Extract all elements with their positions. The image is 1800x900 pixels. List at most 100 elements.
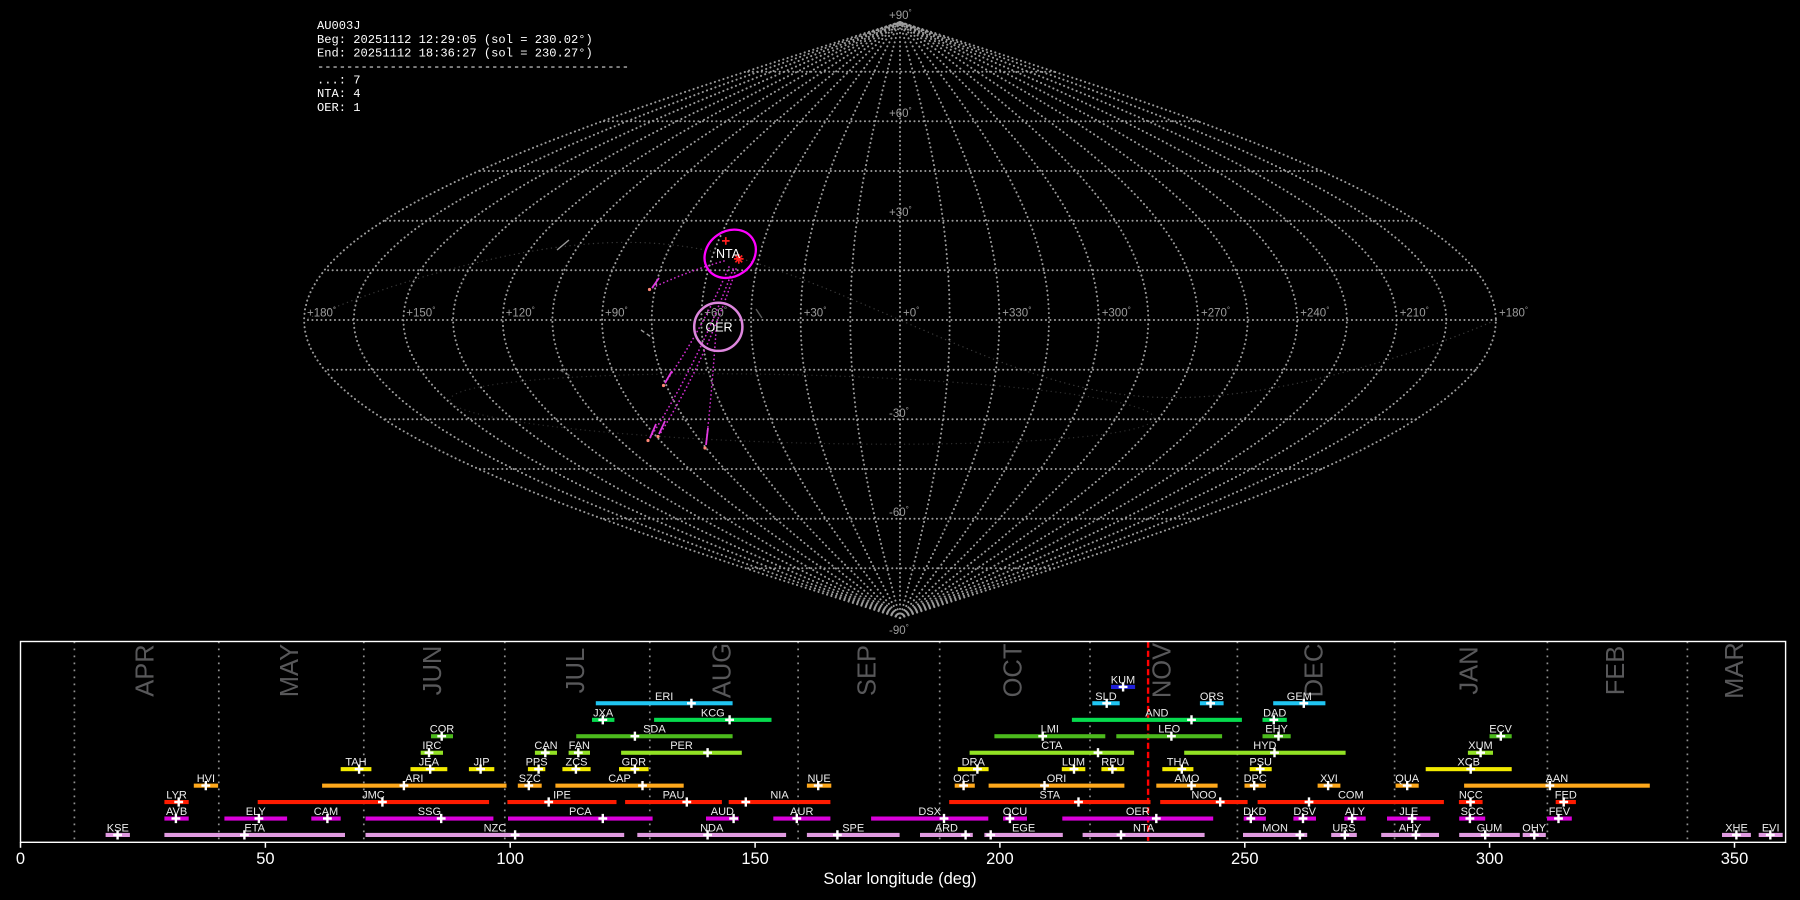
svg-text:ORS: ORS [1200,691,1224,703]
svg-text:GEM: GEM [1287,691,1312,703]
svg-text:+270°: +270° [1201,306,1230,320]
svg-text:ALY: ALY [1345,806,1366,818]
svg-text:+180°: +180° [1499,306,1528,320]
svg-text:ARI: ARI [405,773,423,785]
svg-text:AUR: AUR [790,806,813,818]
svg-text:KCG: KCG [701,707,725,719]
svg-text:200: 200 [986,850,1014,868]
svg-text:AU003J: AU003J [317,19,361,33]
svg-text:DEC: DEC [1301,644,1329,698]
svg-text:+330°: +330° [1002,306,1031,320]
svg-text:SSG: SSG [418,806,441,818]
svg-text:EGE: EGE [1012,822,1035,834]
svg-text:NOO: NOO [1191,790,1217,802]
svg-text:+300°: +300° [1102,306,1131,320]
svg-text:NTA: NTA [1133,822,1155,834]
svg-text:XCB: XCB [1457,757,1480,769]
svg-text:MAR: MAR [1721,642,1749,699]
svg-text:+60°: +60° [889,106,912,120]
svg-text:CTA: CTA [1041,740,1063,752]
svg-text:SCC: SCC [1461,806,1484,818]
svg-text:SPE: SPE [842,822,864,834]
svg-text:+120°: +120° [506,306,535,320]
svg-text:SEP: SEP [854,645,882,696]
svg-text:AUG: AUG [709,643,737,698]
svg-text:+30°: +30° [804,306,827,320]
svg-text:NTA: 4: NTA: 4 [317,87,361,101]
svg-text:+90°: +90° [605,306,628,320]
svg-text:+90°: +90° [889,8,912,22]
svg-text:OER: OER [706,321,733,335]
svg-text:PCA: PCA [569,806,592,818]
svg-text:AUD: AUD [711,806,734,818]
svg-text:FED: FED [1555,790,1577,802]
svg-text:HYD: HYD [1253,740,1276,752]
svg-text:OCT: OCT [953,773,977,785]
svg-text:+30°: +30° [889,205,912,219]
svg-text:GUM: GUM [1477,822,1503,834]
svg-text:AND: AND [1145,707,1168,719]
svg-text:CAP: CAP [608,773,631,785]
svg-text:Beg: 20251112 12:29:05 (sol =: Beg: 20251112 12:29:05 (sol = 230.02°) [317,33,593,47]
svg-text:STA: STA [1040,790,1061,802]
svg-text:+210°: +210° [1400,306,1429,320]
svg-text:AHY: AHY [1399,822,1422,834]
svg-text:ETA: ETA [244,822,265,834]
svg-text:...: 7: ...: 7 [317,74,361,88]
svg-text:AMO: AMO [1174,773,1200,785]
svg-text:JLE: JLE [1399,806,1418,818]
svg-text:DSV: DSV [1293,806,1316,818]
svg-text:LEO: LEO [1158,724,1180,736]
svg-text:MAY: MAY [276,644,304,697]
svg-text:CAM: CAM [314,806,338,818]
svg-text:Solar longitude (deg): Solar longitude (deg) [823,870,976,888]
svg-text:150: 150 [741,850,769,868]
svg-text:ERI: ERI [655,691,673,703]
svg-text:End: 20251112 18:36:27 (sol =: End: 20251112 18:36:27 (sol = 230.27°) [317,46,593,60]
svg-text:100: 100 [496,850,524,868]
svg-text:NDA: NDA [700,822,724,834]
svg-text:350: 350 [1721,850,1749,868]
svg-text:IPE: IPE [553,790,571,802]
svg-text:OCU: OCU [1003,806,1028,818]
svg-text:ORI: ORI [1047,773,1067,785]
svg-text:APR: APR [131,644,159,696]
svg-text:MON: MON [1262,822,1288,834]
svg-text:NTA: NTA [716,247,741,261]
svg-text:FEB: FEB [1602,646,1630,696]
svg-text:PPS: PPS [526,757,548,769]
svg-text:PAU: PAU [663,790,685,802]
svg-text:OER: 1: OER: 1 [317,101,361,115]
svg-text:ARD: ARD [935,822,958,834]
svg-text:NOV: NOV [1148,643,1176,698]
svg-text:300: 300 [1476,850,1504,868]
svg-text:JUN: JUN [419,646,447,696]
svg-text:DSX: DSX [918,806,941,818]
svg-text:0: 0 [16,850,25,868]
svg-text:COM: COM [1338,790,1364,802]
svg-text:ELY: ELY [246,806,267,818]
svg-text:50: 50 [256,850,274,868]
svg-text:------------------------------: ----------------------------------------… [317,60,629,74]
svg-text:IRC: IRC [422,740,441,752]
svg-text:+240°: +240° [1300,306,1329,320]
svg-text:JAN: JAN [1456,646,1484,694]
svg-text:OER: OER [1126,806,1150,818]
svg-text:+180°: +180° [307,306,336,320]
svg-text:+150°: +150° [406,306,435,320]
svg-text:LYR: LYR [166,790,187,802]
svg-text:DKD: DKD [1243,806,1266,818]
svg-text:OCT: OCT [1000,644,1028,698]
svg-text:PER: PER [670,740,693,752]
svg-text:EHY: EHY [1265,724,1288,736]
svg-text:THA: THA [1167,757,1190,769]
svg-text:+60°: +60° [704,306,727,320]
svg-text:TAH: TAH [345,757,366,769]
svg-text:250: 250 [1231,850,1259,868]
svg-text:JUL: JUL [562,648,590,693]
svg-text:NIA: NIA [770,790,789,802]
svg-text:NZC: NZC [484,822,507,834]
svg-text:FEV: FEV [1549,806,1571,818]
svg-text:SDA: SDA [643,724,666,736]
svg-text:DRA: DRA [962,757,986,769]
